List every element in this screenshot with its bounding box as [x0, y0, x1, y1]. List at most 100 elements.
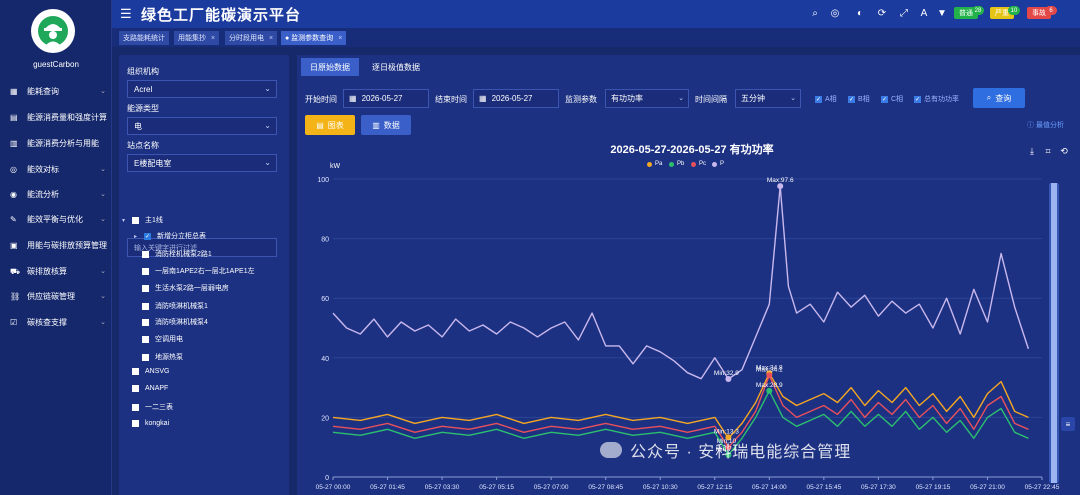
tree-node[interactable]: 生活水泵2路一层弱电房	[142, 283, 229, 293]
series-line-Pa[interactable]	[332, 372, 1029, 439]
page-tab-2[interactable]: 分时段用电 ×	[225, 31, 278, 45]
tree-checkbox[interactable]	[142, 267, 149, 275]
tree-checkbox[interactable]	[132, 368, 139, 375]
alarm-badge-2[interactable]: 事故 6	[1027, 6, 1057, 19]
sidebar-item-5[interactable]: ✎ 能效平衡与优化 ⌄	[0, 209, 112, 229]
theme-icon[interactable]: ◐	[853, 6, 867, 20]
tree-checkbox[interactable]	[142, 250, 149, 258]
chevron-down-icon: ⌄	[100, 88, 106, 95]
app-root: guestCarbon ▦ 能耗查询 ⌄ ▤ 能源消费量和强度计算 ▥ 能源消费分析与用能 ◎…	[0, 0, 1080, 495]
site-label: 站点名称	[127, 141, 159, 150]
site-value: E楼配电室	[134, 158, 172, 168]
sidebar-item-1[interactable]: ▤ 能源消费量和强度计算	[0, 107, 112, 127]
chevron-down-icon: ⌄	[264, 84, 271, 93]
sidebar-item-2[interactable]: ▥ 能源消费分析与用能	[0, 133, 112, 153]
chevron-down-icon: ⌄	[100, 191, 106, 198]
tree-checkbox[interactable]: ✓	[144, 232, 151, 240]
tree-node[interactable]: 空调用电	[142, 334, 183, 344]
tree-node[interactable]: 一二三表	[132, 402, 173, 412]
tree-node[interactable]: ▸ ✓ 新增分立柜总表	[134, 231, 206, 241]
sidebar-item-0[interactable]: ▦ 能耗查询 ⌄	[0, 81, 112, 101]
target-icon: ◎	[10, 164, 17, 174]
tree-checkbox[interactable]	[142, 302, 149, 310]
expand-arrow-icon[interactable]: ▾	[122, 217, 128, 224]
y-tick-label: 20	[321, 415, 329, 422]
sidebar-item-8[interactable]: ⛓ 供应链碳管理 ⌄	[0, 286, 112, 306]
tree-checkbox[interactable]	[132, 420, 139, 427]
help-icon[interactable]: ◎	[828, 6, 842, 20]
analysis-icon: ▥	[10, 138, 18, 148]
tree-node-label: 主1线	[145, 217, 163, 224]
language-icon[interactable]: A	[917, 6, 931, 20]
tree-node[interactable]: ANAPF	[132, 385, 168, 392]
alarm-count: 28	[972, 6, 984, 15]
refresh-icon[interactable]: ⟳	[875, 6, 889, 20]
chevron-down-icon: ⌄	[100, 166, 106, 173]
filter-panel: 组织机构 Acrel ⌄ 能源类型 电 ⌄ 站点名称 E楼配电室 ⌄ 输入关键字进行过…	[119, 55, 289, 495]
tree-node[interactable]: kongkai	[132, 420, 169, 427]
wechat-icon	[600, 442, 622, 458]
tree-node[interactable]: ANSVG	[132, 368, 170, 375]
page-tab-0[interactable]: 支路能耗统计	[119, 31, 169, 45]
org-select[interactable]: Acrel ⌄	[127, 80, 277, 98]
tree-checkbox[interactable]	[142, 318, 149, 326]
marker-label: Min:13.3	[714, 428, 739, 435]
settings-toggle-icon[interactable]: ≡	[1061, 417, 1075, 431]
tree-node[interactable]: ▾ 主1线	[122, 215, 163, 225]
alarm-badge-1[interactable]: 严重 10	[990, 6, 1020, 19]
tree-checkbox[interactable]	[142, 353, 149, 361]
tree-node[interactable]: 消防喷淋机械泵1	[142, 301, 208, 311]
x-tick-label: 05-27 15:45	[806, 484, 841, 491]
line-chart: 0 20 40 60 80 100 05-27 00:00 05-27 01:45 05-27 …	[316, 177, 1060, 491]
org-label: 组织机构	[127, 67, 159, 76]
expand-arrow-icon[interactable]: ▸	[134, 233, 140, 240]
site-select[interactable]: E楼配电室 ⌄	[127, 154, 277, 172]
scrollbar-thumb[interactable]	[1051, 183, 1057, 483]
y-tick-label: 40	[321, 356, 329, 363]
tree-checkbox[interactable]	[142, 335, 149, 343]
tree-node-label: 生活水泵2路一层弱电房	[155, 285, 229, 292]
tree-node-label: 一层南1APE2右一层北1APE1左	[155, 268, 255, 275]
sidebar-item-7[interactable]: ⛟ 碳排放核算 ⌄	[0, 261, 112, 281]
sidebar-item-4[interactable]: ◉ 能流分析 ⌄	[0, 184, 112, 204]
sidebar-item-9[interactable]: ☑ 碳核查支撑 ⌄	[0, 312, 112, 332]
chevron-down-icon: ⌄	[100, 216, 106, 223]
tree-node-label: 消防栓机械泵2路1	[155, 251, 212, 258]
x-tick-label: 05-27 22:45	[1025, 484, 1060, 491]
tree-node-label: kongkai	[145, 420, 170, 427]
alarm-badge-0[interactable]: 普通 28	[954, 6, 984, 19]
page-tab-1[interactable]: 用能集抄 ×	[174, 31, 220, 45]
tree-node[interactable]: 消防栓机械泵2路1	[142, 249, 212, 259]
tree-checkbox[interactable]	[132, 216, 139, 224]
menu-toggle-icon[interactable]: ☰	[120, 6, 132, 22]
search-icon[interactable]: ⌕	[808, 6, 822, 20]
tree-node-label: 新增分立柜总表	[157, 233, 206, 240]
energy-type-label: 能源类型	[127, 104, 159, 113]
fullscreen-icon[interactable]: ⤢	[897, 6, 911, 20]
sidebar-item-label: 碳核查支撑	[27, 317, 67, 327]
x-tick-label: 05-27 14:00	[752, 484, 787, 491]
x-tick-label: 05-27 10:30	[643, 484, 678, 491]
tree-checkbox[interactable]	[142, 284, 149, 292]
close-icon[interactable]: ×	[211, 35, 215, 42]
tree-checkbox[interactable]	[132, 385, 139, 392]
tree-checkbox[interactable]	[132, 403, 139, 411]
sidebar-item-3[interactable]: ◎ 能效对标 ⌄	[0, 159, 112, 179]
skin-icon[interactable]: ▼	[935, 6, 949, 20]
user-avatar[interactable]	[31, 9, 75, 53]
tree-node-label: ANSVG	[145, 368, 170, 375]
x-tick-label: 05-27 21:00	[970, 484, 1005, 491]
tree-node[interactable]: 一层南1APE2右一层北1APE1左	[142, 266, 255, 276]
chevron-down-icon: ⌄	[100, 268, 106, 275]
close-icon[interactable]: ×	[269, 35, 273, 42]
sidebar-item-6[interactable]: ▣ 用能与碳排放预算管理	[0, 235, 112, 255]
tree-node[interactable]: 地源热泵	[142, 352, 183, 362]
page-tab-3[interactable]: ● 监测参数查询 ×	[281, 31, 347, 45]
x-tick-label: 05-27 08:45	[588, 484, 623, 491]
close-icon[interactable]: ×	[338, 35, 342, 42]
sidebar: guestCarbon ▦ 能耗查询 ⌄ ▤ 能源消费量和强度计算 ▥ 能源消费分析与用能 ◎…	[0, 0, 112, 495]
tree-node[interactable]: 消防喷淋机械泵4	[142, 317, 208, 327]
energy-type-select[interactable]: 电 ⌄	[127, 117, 277, 135]
series-line-P[interactable]	[332, 185, 1030, 380]
marker-label: Max:28.9	[756, 382, 783, 389]
